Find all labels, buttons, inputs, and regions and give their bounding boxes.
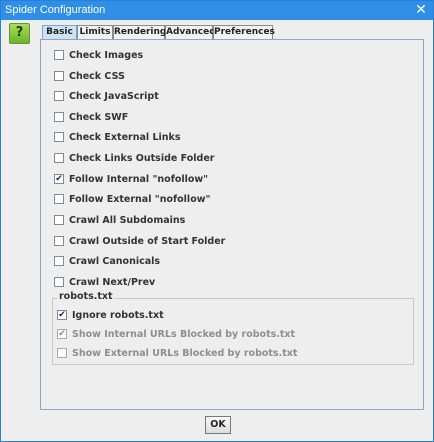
- dialog-window: Spider Configuration ✕ ? Basic Limits Re…: [0, 0, 434, 442]
- checkbox[interactable]: ✔: [54, 174, 64, 184]
- option-label: Check Images: [69, 49, 144, 61]
- option-follow-external-nofollow[interactable]: Follow External "nofollow": [54, 193, 210, 205]
- checkbox[interactable]: [54, 71, 64, 81]
- option-check-swf[interactable]: Check SWF: [54, 111, 128, 123]
- option-label: Crawl Next/Prev: [69, 276, 156, 288]
- option-crawl-all-subdomains[interactable]: Crawl All Subdomains: [54, 214, 185, 226]
- checkbox[interactable]: [54, 132, 64, 142]
- option-follow-internal-nofollow[interactable]: ✔ Follow Internal "nofollow": [54, 173, 208, 185]
- close-button[interactable]: ✕: [409, 1, 433, 20]
- option-check-css[interactable]: Check CSS: [54, 70, 125, 82]
- checkbox[interactable]: ✔: [57, 329, 67, 339]
- checkbox[interactable]: [54, 112, 64, 122]
- option-label: Check CSS: [69, 70, 125, 82]
- option-check-external-links[interactable]: Check External Links: [54, 131, 181, 143]
- window-title: Spider Configuration: [5, 4, 106, 16]
- checkbox[interactable]: [54, 153, 64, 163]
- option-label: Show External URLs Blocked by robots.txt: [72, 347, 298, 359]
- title-bar[interactable]: Spider Configuration ✕: [1, 1, 433, 20]
- option-label: Crawl Canonicals: [69, 255, 161, 267]
- option-label: Crawl All Subdomains: [69, 214, 186, 226]
- checkbox[interactable]: [54, 277, 64, 287]
- option-label: Show Internal URLs Blocked by robots.txt: [72, 328, 296, 340]
- option-check-javascript[interactable]: Check JavaScript: [54, 90, 159, 102]
- checkbox[interactable]: ✔: [57, 310, 67, 320]
- checkbox[interactable]: [54, 256, 64, 266]
- option-label: Check External Links: [69, 131, 181, 143]
- checkbox[interactable]: [54, 215, 64, 225]
- option-show-internal-blocked[interactable]: ✔ Show Internal URLs Blocked by robots.t…: [57, 328, 295, 340]
- tab-limits[interactable]: Limits: [77, 25, 113, 39]
- option-crawl-next-prev[interactable]: Crawl Next/Prev: [54, 276, 155, 288]
- option-crawl-canonicals[interactable]: Crawl Canonicals: [54, 255, 160, 267]
- ok-button[interactable]: OK: [205, 416, 231, 434]
- robots-group-title: robots.txt: [57, 291, 115, 302]
- checkbox[interactable]: [54, 194, 64, 204]
- option-label: Check JavaScript: [69, 90, 159, 102]
- checkbox[interactable]: [54, 50, 64, 60]
- help-button[interactable]: ?: [9, 23, 30, 44]
- tab-preferences[interactable]: Preferences: [213, 25, 275, 39]
- tab-rendering[interactable]: Rendering: [113, 25, 166, 39]
- option-label: Check Links Outside Folder: [69, 152, 215, 164]
- option-label: Crawl Outside of Start Folder: [69, 235, 226, 247]
- tab-basic[interactable]: Basic: [42, 25, 77, 40]
- option-show-external-blocked[interactable]: Show External URLs Blocked by robots.txt: [57, 347, 297, 359]
- tab-advanced[interactable]: Advanced: [165, 25, 216, 39]
- option-ignore-robots[interactable]: ✔ Ignore robots.txt: [57, 309, 164, 321]
- option-check-images[interactable]: Check Images: [54, 49, 143, 61]
- option-label: Follow External "nofollow": [69, 193, 211, 205]
- option-label: Ignore robots.txt: [72, 309, 164, 321]
- option-crawl-outside-start-folder[interactable]: Crawl Outside of Start Folder: [54, 235, 225, 247]
- option-label: Follow Internal "nofollow": [69, 173, 209, 185]
- checkbox[interactable]: [54, 91, 64, 101]
- robots-txt-group: robots.txt ✔ Ignore robots.txt ✔ Show In…: [52, 291, 414, 365]
- basic-tab-panel: Check Images Check CSS Check JavaScript …: [40, 39, 424, 410]
- checkbox[interactable]: [54, 236, 64, 246]
- option-check-links-outside-folder[interactable]: Check Links Outside Folder: [54, 152, 214, 164]
- checkbox[interactable]: [57, 348, 67, 358]
- option-label: Check SWF: [69, 111, 129, 123]
